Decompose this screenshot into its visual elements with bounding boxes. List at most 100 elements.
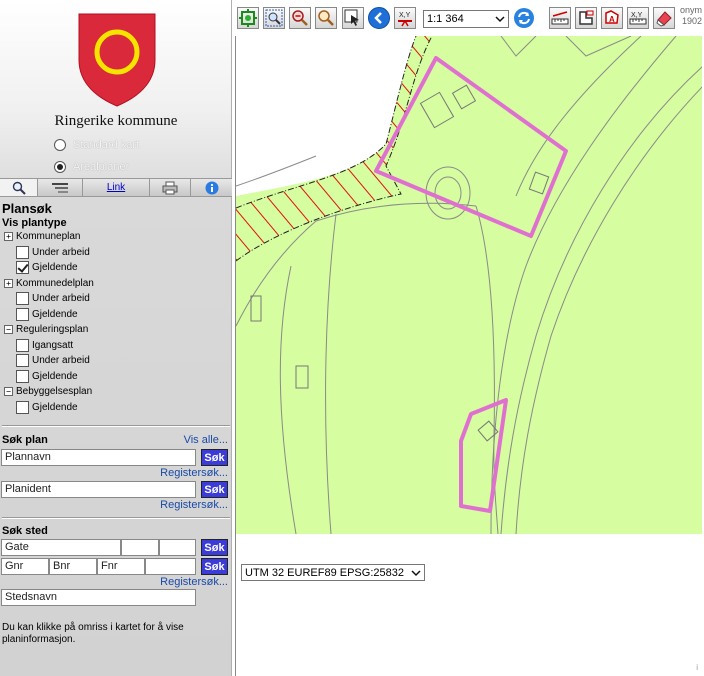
- fnr-input[interactable]: Fnr: [97, 558, 145, 575]
- clear-drawing-button[interactable]: [653, 7, 675, 29]
- coordinate-tool-button[interactable]: X,Y: [627, 7, 649, 29]
- tree-item: Gjeldende: [0, 307, 232, 323]
- scale-select[interactable]: 1:1 364: [423, 10, 509, 28]
- plansok-title: Plansøk: [2, 201, 52, 216]
- checkbox-kommunedelplan-under-arbeid[interactable]: [16, 292, 29, 306]
- tree-item: Gjeldende: [0, 260, 232, 276]
- maptype-arealplaner[interactable]: Arealplaner: [54, 159, 129, 175]
- tree-item: Under arbeid: [0, 353, 232, 369]
- registersok-plan-link[interactable]: Registersøk...: [0, 467, 232, 481]
- measure-area-button[interactable]: [575, 7, 597, 29]
- zoom-in-icon: [292, 10, 308, 26]
- zoom-box-icon: [265, 9, 283, 27]
- tab-link[interactable]: Link: [83, 179, 150, 196]
- registersok-planident-link[interactable]: Registersøk...: [0, 499, 232, 513]
- tab-print[interactable]: [150, 179, 191, 196]
- info-icon: [205, 181, 218, 194]
- sok-planident-button[interactable]: Søk: [201, 481, 228, 498]
- tree-item: Gjeldende: [0, 369, 232, 385]
- maptype-standard-kart[interactable]: Standard kart: [54, 137, 139, 153]
- printer-icon: [162, 181, 178, 194]
- corner-label-line: 1902: [681, 16, 702, 26]
- identify-button[interactable]: [342, 7, 364, 29]
- map-canvas[interactable]: [235, 36, 702, 534]
- back-button[interactable]: [368, 7, 390, 29]
- tree-item: Gjeldende: [0, 400, 232, 416]
- svg-text:A: A: [609, 15, 615, 24]
- item-label: Under arbeid: [32, 293, 90, 305]
- tree-group-reguleringsplan[interactable]: − Reguleringsplan: [0, 322, 232, 338]
- svg-text:X,Y: X,Y: [631, 12, 643, 19]
- checkbox-bebyggelsesplan-gjeldende[interactable]: [16, 400, 29, 414]
- measure-distance-button[interactable]: [549, 7, 571, 29]
- collapse-toggle[interactable]: −: [4, 325, 13, 335]
- zoom-out-button[interactable]: [315, 7, 337, 29]
- tree-item: Under arbeid: [0, 291, 232, 307]
- registersok-sted-link[interactable]: Registersøk...: [0, 576, 232, 590]
- checkbox-kommuneplan-gjeldende[interactable]: [16, 261, 29, 275]
- zoom-full-extent-button[interactable]: [237, 7, 259, 29]
- crs-select[interactable]: UTM 32 EUREF89 EPSG:25832: [241, 564, 425, 581]
- plannavn-input[interactable]: Plannavn: [1, 449, 196, 466]
- tab-layers[interactable]: [38, 179, 83, 196]
- expand-toggle[interactable]: +: [4, 278, 13, 288]
- sok-matrikkel-button[interactable]: Søk: [201, 558, 228, 575]
- item-label: Under arbeid: [32, 355, 90, 367]
- xy-coordinate-icon: X,Y: [398, 12, 412, 27]
- item-label: Gjeldende: [32, 370, 78, 382]
- group-label: Reguleringsplan: [16, 324, 89, 336]
- scale-value: 1:1 364: [427, 13, 464, 25]
- tree-group-bebyggelsesplan[interactable]: − Bebyggelsesplan: [0, 384, 232, 400]
- gate-input[interactable]: Gate: [1, 539, 121, 556]
- xy-ruler-icon: X,Y: [629, 12, 647, 25]
- expand-toggle[interactable]: +: [4, 232, 13, 242]
- group-label: Kommunedelplan: [16, 277, 94, 289]
- corner-label: onym 1902: [680, 5, 702, 27]
- selection-icon: A: [605, 10, 619, 24]
- checkbox-kommuneplan-under-arbeid[interactable]: [16, 245, 29, 259]
- identify-cursor-icon: [344, 9, 359, 26]
- tab-link-label[interactable]: Link: [107, 182, 125, 193]
- item-label: Gjeldende: [32, 308, 78, 320]
- bnr-input[interactable]: Bnr: [49, 558, 97, 575]
- ruler-icon: [551, 11, 569, 25]
- tab-info[interactable]: [191, 179, 232, 196]
- item-label: Igangsatt: [32, 339, 74, 351]
- municipality-name: Ringerike kommune: [54, 113, 178, 129]
- checkbox-kommunedelplan-gjeldende[interactable]: [16, 307, 29, 321]
- panel-tabs: Link: [0, 178, 232, 197]
- gate-letter-input[interactable]: [159, 539, 196, 556]
- gnr-input[interactable]: Gnr: [1, 558, 49, 575]
- tree-group-kommunedelplan[interactable]: + Kommunedelplan: [0, 276, 232, 292]
- stedsnavn-input[interactable]: Stedsnavn: [1, 589, 196, 606]
- refresh-button[interactable]: [513, 7, 535, 29]
- zoom-out-icon: [318, 10, 334, 26]
- snr-input[interactable]: [145, 558, 196, 575]
- vis-plantype-label: Vis plantype: [2, 217, 67, 229]
- group-label: Kommuneplan: [16, 231, 81, 243]
- radio-arealplaner[interactable]: [54, 161, 66, 173]
- sok-sted-header: Søk sted: [0, 525, 232, 537]
- radio-standard-kart[interactable]: [54, 139, 66, 151]
- zoom-in-button[interactable]: [289, 7, 311, 29]
- gate-number-input[interactable]: [121, 539, 159, 556]
- vis-alle-link[interactable]: Vis alle...: [184, 434, 232, 446]
- collapse-toggle[interactable]: −: [4, 387, 13, 397]
- select-area-button[interactable]: A: [601, 7, 623, 29]
- tree-group-kommuneplan[interactable]: + Kommuneplan: [0, 229, 232, 245]
- checkbox-reguleringsplan-gjeldende[interactable]: [16, 369, 29, 383]
- coordinate-button[interactable]: X,Y: [394, 7, 416, 29]
- corner-label-line: onym: [679, 5, 702, 15]
- search-icon: [12, 181, 26, 195]
- divider: [2, 517, 230, 519]
- map-drawing[interactable]: [236, 36, 702, 534]
- map-click-hint: Du kan klikke på omriss i kartet for å v…: [2, 622, 184, 645]
- sok-plannavn-button[interactable]: Søk: [201, 449, 228, 466]
- zoom-window-button[interactable]: [263, 7, 285, 29]
- tab-search[interactable]: [0, 179, 38, 196]
- sok-gate-button[interactable]: Søk: [201, 539, 228, 556]
- checkbox-reguleringsplan-igangsatt[interactable]: [16, 338, 29, 352]
- tree-item: Under arbeid: [0, 245, 232, 261]
- planident-input[interactable]: Planident: [1, 481, 196, 498]
- checkbox-reguleringsplan-under-arbeid[interactable]: [16, 354, 29, 368]
